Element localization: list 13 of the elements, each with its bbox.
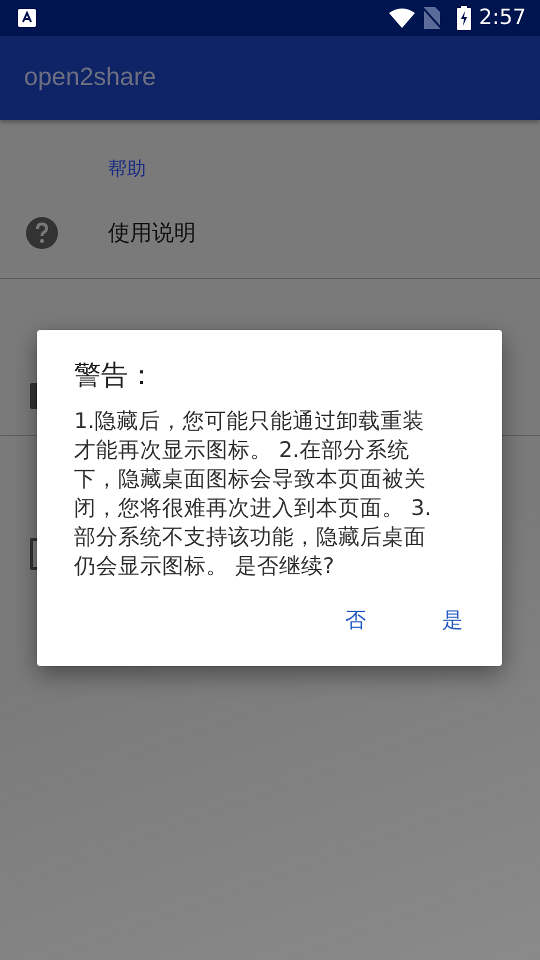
dialog-button[interactable]: 是 <box>428 599 477 643</box>
dialog-message: 1.隐藏后，您可能只能通过卸载重装才能再次显示图标。 2.在部分系统下，隐藏桌面图标会导致本页面被关闭，您将很难再次进入到本页面。 3.部分系统不支持该功能，隐藏后桌面仍会显示图标。 是否继续? <box>74 408 432 582</box>
section-header: 帮助 <box>108 158 146 180</box>
app-title: open2share <box>24 62 156 94</box>
battery-charging-icon <box>456 6 471 30</box>
dialog-button[interactable]: 否 <box>331 599 380 643</box>
dialog-title: 警告： <box>74 359 156 393</box>
list-item[interactable]: 使用说明 <box>0 188 540 278</box>
status-time: 2:57 <box>478 4 526 32</box>
wifi-icon <box>388 8 415 28</box>
help-icon <box>26 217 58 249</box>
no-sim-icon <box>422 7 441 29</box>
accessibility-notification-icon <box>18 9 36 27</box>
